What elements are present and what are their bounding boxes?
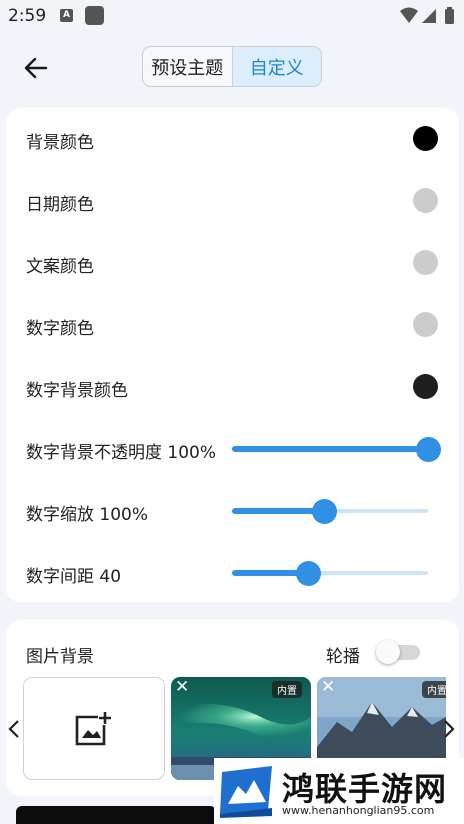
cellular-signal-icon [422, 9, 436, 23]
remove-image-button[interactable]: ✕ [175, 679, 189, 696]
setting-row-background-color[interactable]: 背景颜色 [6, 108, 459, 170]
slider-thumb[interactable] [312, 499, 338, 524]
setting-row-digit-scale: 数字缩放 100% [6, 480, 459, 542]
color-swatch[interactable] [413, 126, 438, 151]
setting-label: 文案颜色 [26, 257, 94, 277]
slider-fill [232, 508, 325, 514]
arrow-left-icon [24, 57, 48, 79]
builtin-badge: 内置 [422, 681, 446, 698]
slider-fill [232, 446, 428, 452]
watermark-url: www.henanhonglian95.com [282, 804, 435, 817]
scale-slider[interactable] [232, 496, 428, 526]
scroll-left-button[interactable] [5, 714, 23, 744]
setting-row-digit-spacing: 数字间距 40 [6, 542, 459, 604]
setting-row-date-color[interactable]: 日期颜色 [6, 170, 459, 232]
setting-label: 日期颜色 [26, 195, 94, 215]
slider-thumb[interactable] [416, 437, 441, 462]
back-button[interactable] [20, 52, 52, 84]
color-swatch[interactable] [413, 188, 438, 213]
status-time: 2:59 [8, 6, 47, 26]
notification-a-icon: A [60, 9, 73, 22]
theme-mode-tabs: 预设主题 自定义 [142, 46, 322, 87]
color-swatch[interactable] [413, 250, 438, 275]
tab-preset-theme[interactable]: 预设主题 [143, 47, 232, 86]
slider-thumb[interactable] [296, 561, 322, 586]
setting-label: 数字背景颜色 [26, 381, 128, 401]
spacing-slider[interactable] [232, 558, 428, 588]
chevron-right-icon [444, 720, 455, 738]
setting-row-text-color[interactable]: 文案颜色 [6, 232, 459, 294]
setting-row-digit-color[interactable]: 数字颜色 [6, 294, 459, 356]
setting-label: 背景颜色 [26, 133, 94, 153]
wifi-icon [400, 7, 418, 23]
setting-label: 数字缩放 100% [26, 505, 149, 525]
system-status-icons [398, 6, 458, 26]
watermark-logo-icon [220, 766, 272, 818]
setting-label: 数字背景不透明度 100% [26, 443, 217, 463]
setting-row-digit-bg-opacity: 数字背景不透明度 100% [6, 418, 459, 480]
color-swatch[interactable] [413, 312, 438, 337]
chevron-left-icon [8, 720, 19, 738]
status-bar: 2:59 A [0, 0, 464, 32]
battery-icon [445, 7, 454, 24]
add-image-button[interactable] [23, 677, 165, 780]
notification-app-icon [85, 6, 104, 25]
site-watermark: 鸿联手游网 www.henanhonglian95.com [214, 758, 464, 824]
image-background-title: 图片背景 [26, 647, 94, 667]
setting-row-digit-background-color[interactable]: 数字背景颜色 [6, 356, 459, 418]
color-settings-card: 背景颜色 日期颜色 文案颜色 数字颜色 数字背景颜色 数字背景不透明度 100%… [6, 108, 459, 602]
bottom-action-bar[interactable] [16, 806, 216, 824]
carousel-toggle[interactable] [376, 640, 422, 664]
builtin-badge: 内置 [272, 681, 302, 698]
color-swatch[interactable] [413, 374, 438, 399]
scroll-right-button[interactable] [440, 714, 458, 744]
add-photo-icon [75, 711, 111, 745]
toggle-knob[interactable] [376, 640, 400, 664]
remove-image-button[interactable]: ✕ [321, 679, 335, 696]
carousel-label: 轮播 [326, 647, 360, 667]
opacity-slider[interactable] [232, 434, 441, 464]
setting-label: 数字间距 40 [26, 567, 122, 587]
setting-label: 数字颜色 [26, 319, 94, 339]
tab-custom[interactable]: 自定义 [231, 47, 321, 86]
